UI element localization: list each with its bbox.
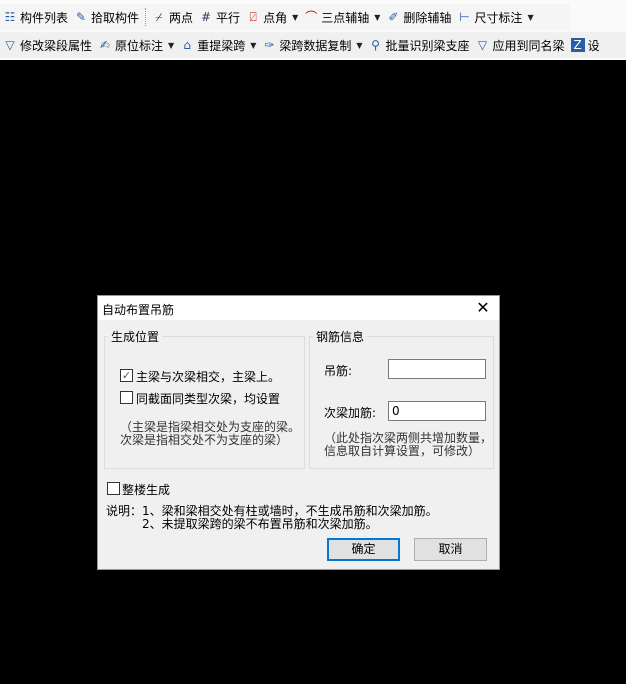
secondary-rebar-input[interactable]: 0 — [388, 401, 486, 421]
dimension-icon: ⊢ — [459, 10, 470, 24]
ok-button[interactable]: 确定 — [327, 538, 400, 561]
secondary-rebar-label: 次梁加筋: — [324, 406, 377, 420]
toolbar-button-apply-same-name[interactable]: ▽ 应用到同名梁 — [473, 34, 568, 56]
chevron-down-icon[interactable]: ▼ — [374, 13, 380, 22]
toolbar-button-identify-support[interactable]: ⚲ 批量识别梁支座 — [366, 34, 473, 56]
cancel-button[interactable]: 取消 — [414, 538, 487, 561]
close-icon[interactable]: ✕ — [473, 298, 493, 317]
toolbar-button-label: 删除辅轴 — [403, 10, 452, 25]
toolbar-button-beam-span[interactable]: ⌂ 重提梁跨 ▼ — [177, 34, 259, 56]
dialog-title: 自动布置吊筋 — [102, 303, 175, 317]
auto-hanger-dialog: 自动布置吊筋 ✕ 生成位置 ✓ 主梁与次梁相交，主梁上。 同截面同类型次梁，均设… — [97, 295, 500, 570]
dialog-title-bar: 自动布置吊筋 ✕ — [98, 296, 499, 320]
eraser-icon: ✐ — [388, 10, 399, 24]
toolbar-button-two-point-axis[interactable]: ⌿ 两点 — [149, 6, 196, 28]
rebar-note: 信息取自计算设置，可修改） — [324, 444, 481, 458]
toolbar-button-list[interactable]: ☷ 构件列表 — [0, 6, 71, 28]
checkbox-main-beam[interactable]: ✓ — [120, 369, 133, 382]
toolbar-button-pick[interactable]: ✎ 拾取构件 — [71, 6, 142, 28]
toolbar-button-label: 构件列表 — [20, 10, 69, 25]
point-angle-icon: ⍁ — [249, 10, 257, 24]
checkbox-same-section-label: 同截面同类型次梁，均设置 — [136, 392, 281, 406]
toolbar-button-point-angle[interactable]: ⍁ 点角 ▼ — [243, 6, 301, 28]
toolbar-button-brush-copy[interactable]: ✑ 梁跨数据复制 ▼ — [259, 34, 365, 56]
pick-icon: ✎ — [75, 10, 87, 24]
toolbar-button-label: 梁跨数据复制 — [279, 38, 352, 53]
hanger-label: 吊筋: — [324, 364, 353, 378]
checkbox-whole-building[interactable] — [107, 482, 120, 495]
toolbar-button-label: 拾取构件 — [91, 10, 140, 25]
three-point-arc-icon: ⌒ — [305, 10, 318, 24]
toolbar-button-label: 应用到同名梁 — [492, 38, 565, 53]
chevron-down-icon[interactable]: ▼ — [356, 41, 362, 50]
identify-support-icon: ⚲ — [371, 38, 380, 52]
list-icon: ☷ — [4, 10, 16, 24]
toolbar-beam: ▽ 修改梁段属性 ✍ 原位标注 ▼ ⌂ 重提梁跨 ▼ ✑ 梁跨数据复制 ▼ ⚲ 批量识别梁支座 ▽ 应用到同… — [0, 32, 626, 58]
description-line: 2、未提取梁跨的梁不布置吊筋和次梁加筋。 — [142, 517, 378, 531]
toolbar-button-eraser[interactable]: ✐ 删除辅轴 — [383, 6, 454, 28]
apply-same-name-icon: ▽ — [477, 38, 488, 52]
chevron-down-icon[interactable]: ▼ — [292, 13, 298, 22]
toolbar-button-label: 平行 — [216, 10, 241, 25]
toolbar-button-label: 设 — [587, 38, 600, 53]
toolbar-button-label: 批量识别梁支座 — [385, 38, 470, 53]
edit-attribute-icon: ▽ — [5, 38, 15, 52]
group-position-title: 生成位置 — [108, 328, 163, 345]
whole-building-label: 整楼生成 — [122, 483, 171, 497]
hanger-input[interactable] — [388, 359, 486, 379]
toolbar-button-edit-attribute[interactable]: ▽ 修改梁段属性 — [0, 34, 95, 56]
group-rebar-title: 钢筋信息 — [313, 328, 368, 345]
toolbar-button-three-point-arc[interactable]: ⌒ 三点辅轴 ▼ — [301, 6, 383, 28]
toolbar-axis: ☷ 构件列表 ✎ 拾取构件 ⌿ 两点 # 平行 ⍁ 点角 ▼ ⌒ 三点辅轴 ▼ ✐ 删除辅轴 ⊢ 尺寸标注 ▼ — [0, 4, 570, 30]
chevron-down-icon[interactable]: ▼ — [250, 41, 256, 50]
brush-copy-icon: ✑ — [264, 38, 275, 52]
chevron-down-icon[interactable]: ▼ — [168, 41, 174, 50]
in-place-annotation-icon: ✍ — [99, 38, 111, 52]
toolbar-button-label: 点角 — [263, 10, 288, 25]
toolbar-button-label: 原位标注 — [115, 38, 164, 53]
toolbar-button-in-place-annotation[interactable]: ✍ 原位标注 ▼ — [95, 34, 177, 56]
toolbar-button-label: 两点 — [169, 10, 194, 25]
toolbar-button-label: 三点辅轴 — [321, 10, 370, 25]
toolbar-button-label: 重提梁跨 — [197, 38, 246, 53]
position-note: 次梁是指相交处不为支座的梁） — [120, 433, 289, 447]
parallel-axis-icon: # — [201, 10, 212, 24]
toolbar-button-dimension[interactable]: ⊢ 尺寸标注 ▼ — [454, 6, 536, 28]
beam-span-icon: ⌂ — [183, 38, 191, 52]
toolbar-button-settings[interactable]: Z设 — [568, 34, 603, 56]
toolbar-button-parallel-axis[interactable]: # 平行 — [196, 6, 243, 28]
toolbar-button-label: 修改梁段属性 — [20, 38, 93, 53]
settings-icon: Z — [570, 38, 585, 52]
chevron-down-icon[interactable]: ▼ — [527, 13, 533, 22]
checkbox-same-section[interactable] — [120, 391, 133, 404]
two-point-axis-icon: ⌿ — [155, 10, 163, 24]
toolbar-separator — [145, 8, 147, 26]
checkbox-main-beam-label: 主梁与次梁相交，主梁上。 — [136, 370, 281, 384]
toolbar-button-label: 尺寸标注 — [474, 10, 523, 25]
